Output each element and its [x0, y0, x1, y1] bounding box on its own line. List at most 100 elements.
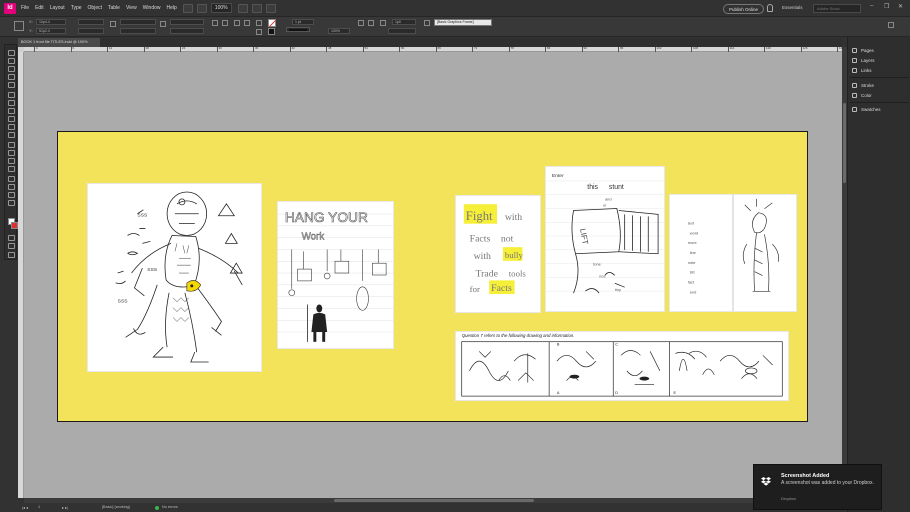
panel-layers[interactable]: Layers [848, 55, 910, 65]
image-frame-hang-your-work[interactable]: HANG YOUR Work [277, 201, 394, 349]
rectangle-tool-icon[interactable] [8, 132, 15, 138]
rotation-field[interactable] [170, 19, 204, 25]
fill-swatch[interactable] [268, 19, 277, 28]
panel-label: Swatches [861, 106, 881, 112]
zoom-level-field[interactable]: 100% [210, 3, 232, 13]
control-panel-menu-icon[interactable] [888, 22, 894, 28]
search-input[interactable]: Adobe Stock [813, 4, 861, 13]
free-transform-tool-icon[interactable] [8, 150, 15, 156]
close-icon[interactable]: ✕ [898, 3, 903, 10]
menu-window[interactable]: Window [143, 5, 161, 11]
stroke-swatch[interactable] [268, 28, 275, 35]
arrange-documents-button[interactable] [265, 3, 276, 13]
pencil-tool-icon[interactable] [8, 116, 15, 122]
line-tool-icon[interactable] [8, 100, 15, 106]
dropbox-notification[interactable]: Screenshot Added A screenshot was added … [753, 464, 882, 510]
scale-y-field[interactable] [120, 28, 156, 34]
apply-none-icon[interactable] [8, 243, 15, 249]
screen-mode-icon[interactable] [8, 252, 15, 258]
maximize-icon[interactable]: ❐ [884, 3, 889, 10]
vertical-scroll-thumb[interactable] [843, 103, 846, 183]
scale-lock-icon[interactable] [160, 21, 166, 27]
menu-object[interactable]: Object [88, 5, 102, 11]
apply-color-icon[interactable] [8, 235, 15, 241]
minimize-icon[interactable]: – [870, 3, 873, 9]
menu-help[interactable]: Help [167, 5, 177, 11]
height-field[interactable] [78, 28, 104, 34]
select-content-icon[interactable] [256, 29, 262, 35]
lightbulb-icon[interactable] [767, 4, 773, 12]
menu-file[interactable]: File [21, 5, 29, 11]
opacity-field[interactable]: 100% [328, 28, 350, 34]
selection-tool-icon[interactable] [8, 50, 15, 56]
publish-online-button[interactable]: Publish Online [723, 4, 765, 14]
gradient-feather-tool-icon[interactable] [8, 166, 15, 172]
constrain-proportions-icon[interactable] [110, 21, 116, 27]
hand-tool-icon[interactable] [8, 192, 15, 198]
image-frame-sketchbook[interactable]: text word more line note list fact end [669, 194, 797, 312]
shear-field[interactable] [170, 28, 204, 34]
text-wrap-icon[interactable] [358, 20, 364, 26]
screen-mode-button[interactable] [251, 3, 262, 13]
bridge-button[interactable] [182, 3, 193, 13]
wrap-around-icon[interactable] [368, 20, 374, 26]
panel-color[interactable]: Color [848, 90, 910, 100]
flip-horizontal-icon[interactable] [234, 20, 240, 26]
menu-view[interactable]: View [126, 5, 137, 11]
menu-edit[interactable]: Edit [35, 5, 44, 11]
scissors-tool-icon[interactable] [8, 142, 15, 148]
menu-layout[interactable]: Layout [50, 5, 65, 11]
align-icon[interactable] [380, 20, 386, 26]
image-frame-robot-drawing[interactable]: SSS SSS SSS [87, 183, 262, 372]
zoom-tool-icon[interactable] [8, 200, 15, 206]
image-frame-fight-with-facts[interactable]: Fight with Facts not with bully Trade to… [455, 195, 541, 313]
select-container-icon[interactable] [256, 20, 262, 26]
gap-tool-icon[interactable] [8, 74, 15, 80]
gradient-tool-icon[interactable] [8, 158, 15, 164]
first-page-icon[interactable]: |◂ ◂ [22, 505, 28, 510]
panel-stroke[interactable]: Stroke [848, 80, 910, 90]
corner-size-field[interactable]: 1p0 [392, 19, 416, 25]
panel-swatches[interactable]: Swatches [848, 104, 910, 114]
stock-button[interactable] [196, 3, 207, 13]
document-page[interactable]: SSS SSS SSS HANG YOUR Work Fight with Fa… [57, 131, 808, 422]
menu-type[interactable]: Type [71, 5, 82, 11]
workspace-switcher[interactable]: Essentials [782, 5, 803, 10]
panel-links[interactable]: Links [848, 65, 910, 75]
width-field[interactable] [78, 19, 104, 25]
rotate-cw-icon[interactable] [212, 20, 218, 26]
view-options-button[interactable] [237, 3, 248, 13]
page-tool-icon[interactable] [8, 66, 15, 72]
content-collector-icon[interactable] [8, 82, 15, 88]
eyedropper-tool-icon[interactable] [8, 184, 15, 190]
ruler-tick-label: 6 [72, 46, 75, 50]
panel-pages[interactable]: Pages [848, 45, 910, 55]
stroke-color-icon[interactable] [11, 222, 18, 229]
x-position-field[interactable]: 10p4.4 [36, 19, 66, 25]
rotate-ccw-icon[interactable] [222, 20, 228, 26]
stroke-type-dropdown[interactable] [286, 27, 310, 32]
page-number-field[interactable]: 1 [38, 505, 40, 509]
y-position-field[interactable]: 51p2.4 [36, 28, 66, 34]
master-page-label[interactable]: [Basic] (working) [102, 505, 130, 509]
rectangle-frame-tool-icon[interactable] [8, 124, 15, 130]
reference-point-icon[interactable] [14, 21, 24, 31]
scale-x-field[interactable] [120, 19, 156, 25]
image-frame-question-strip[interactable]: Question 7 refers to the following drawi… [455, 331, 789, 401]
pen-tool-icon[interactable] [8, 108, 15, 114]
direct-selection-tool-icon[interactable] [8, 58, 15, 64]
strip-letter-a: A [557, 390, 560, 395]
image-frame-lift-note[interactable]: Enter this stunt LIFT and or tone nos tiny [545, 166, 665, 312]
document-tab[interactable]: BOOK 1 front file TITLES.indd @ 100% [18, 38, 100, 47]
flip-vertical-icon[interactable] [244, 20, 250, 26]
note-tool-icon[interactable] [8, 176, 15, 182]
preflight-label[interactable]: No errors [162, 505, 178, 509]
corner-shape-dropdown[interactable] [388, 28, 416, 34]
stroke-weight-field[interactable]: 1 pt [292, 19, 314, 25]
menu-table[interactable]: Table [108, 5, 120, 11]
type-tool-icon[interactable] [8, 92, 15, 98]
object-style-icon[interactable] [424, 20, 430, 26]
next-page-icon[interactable]: ▸ ▸| [62, 505, 68, 510]
object-style-dropdown[interactable]: [Basic Graphics Frame] [434, 19, 492, 26]
horizontal-scroll-thumb[interactable] [334, 499, 534, 502]
